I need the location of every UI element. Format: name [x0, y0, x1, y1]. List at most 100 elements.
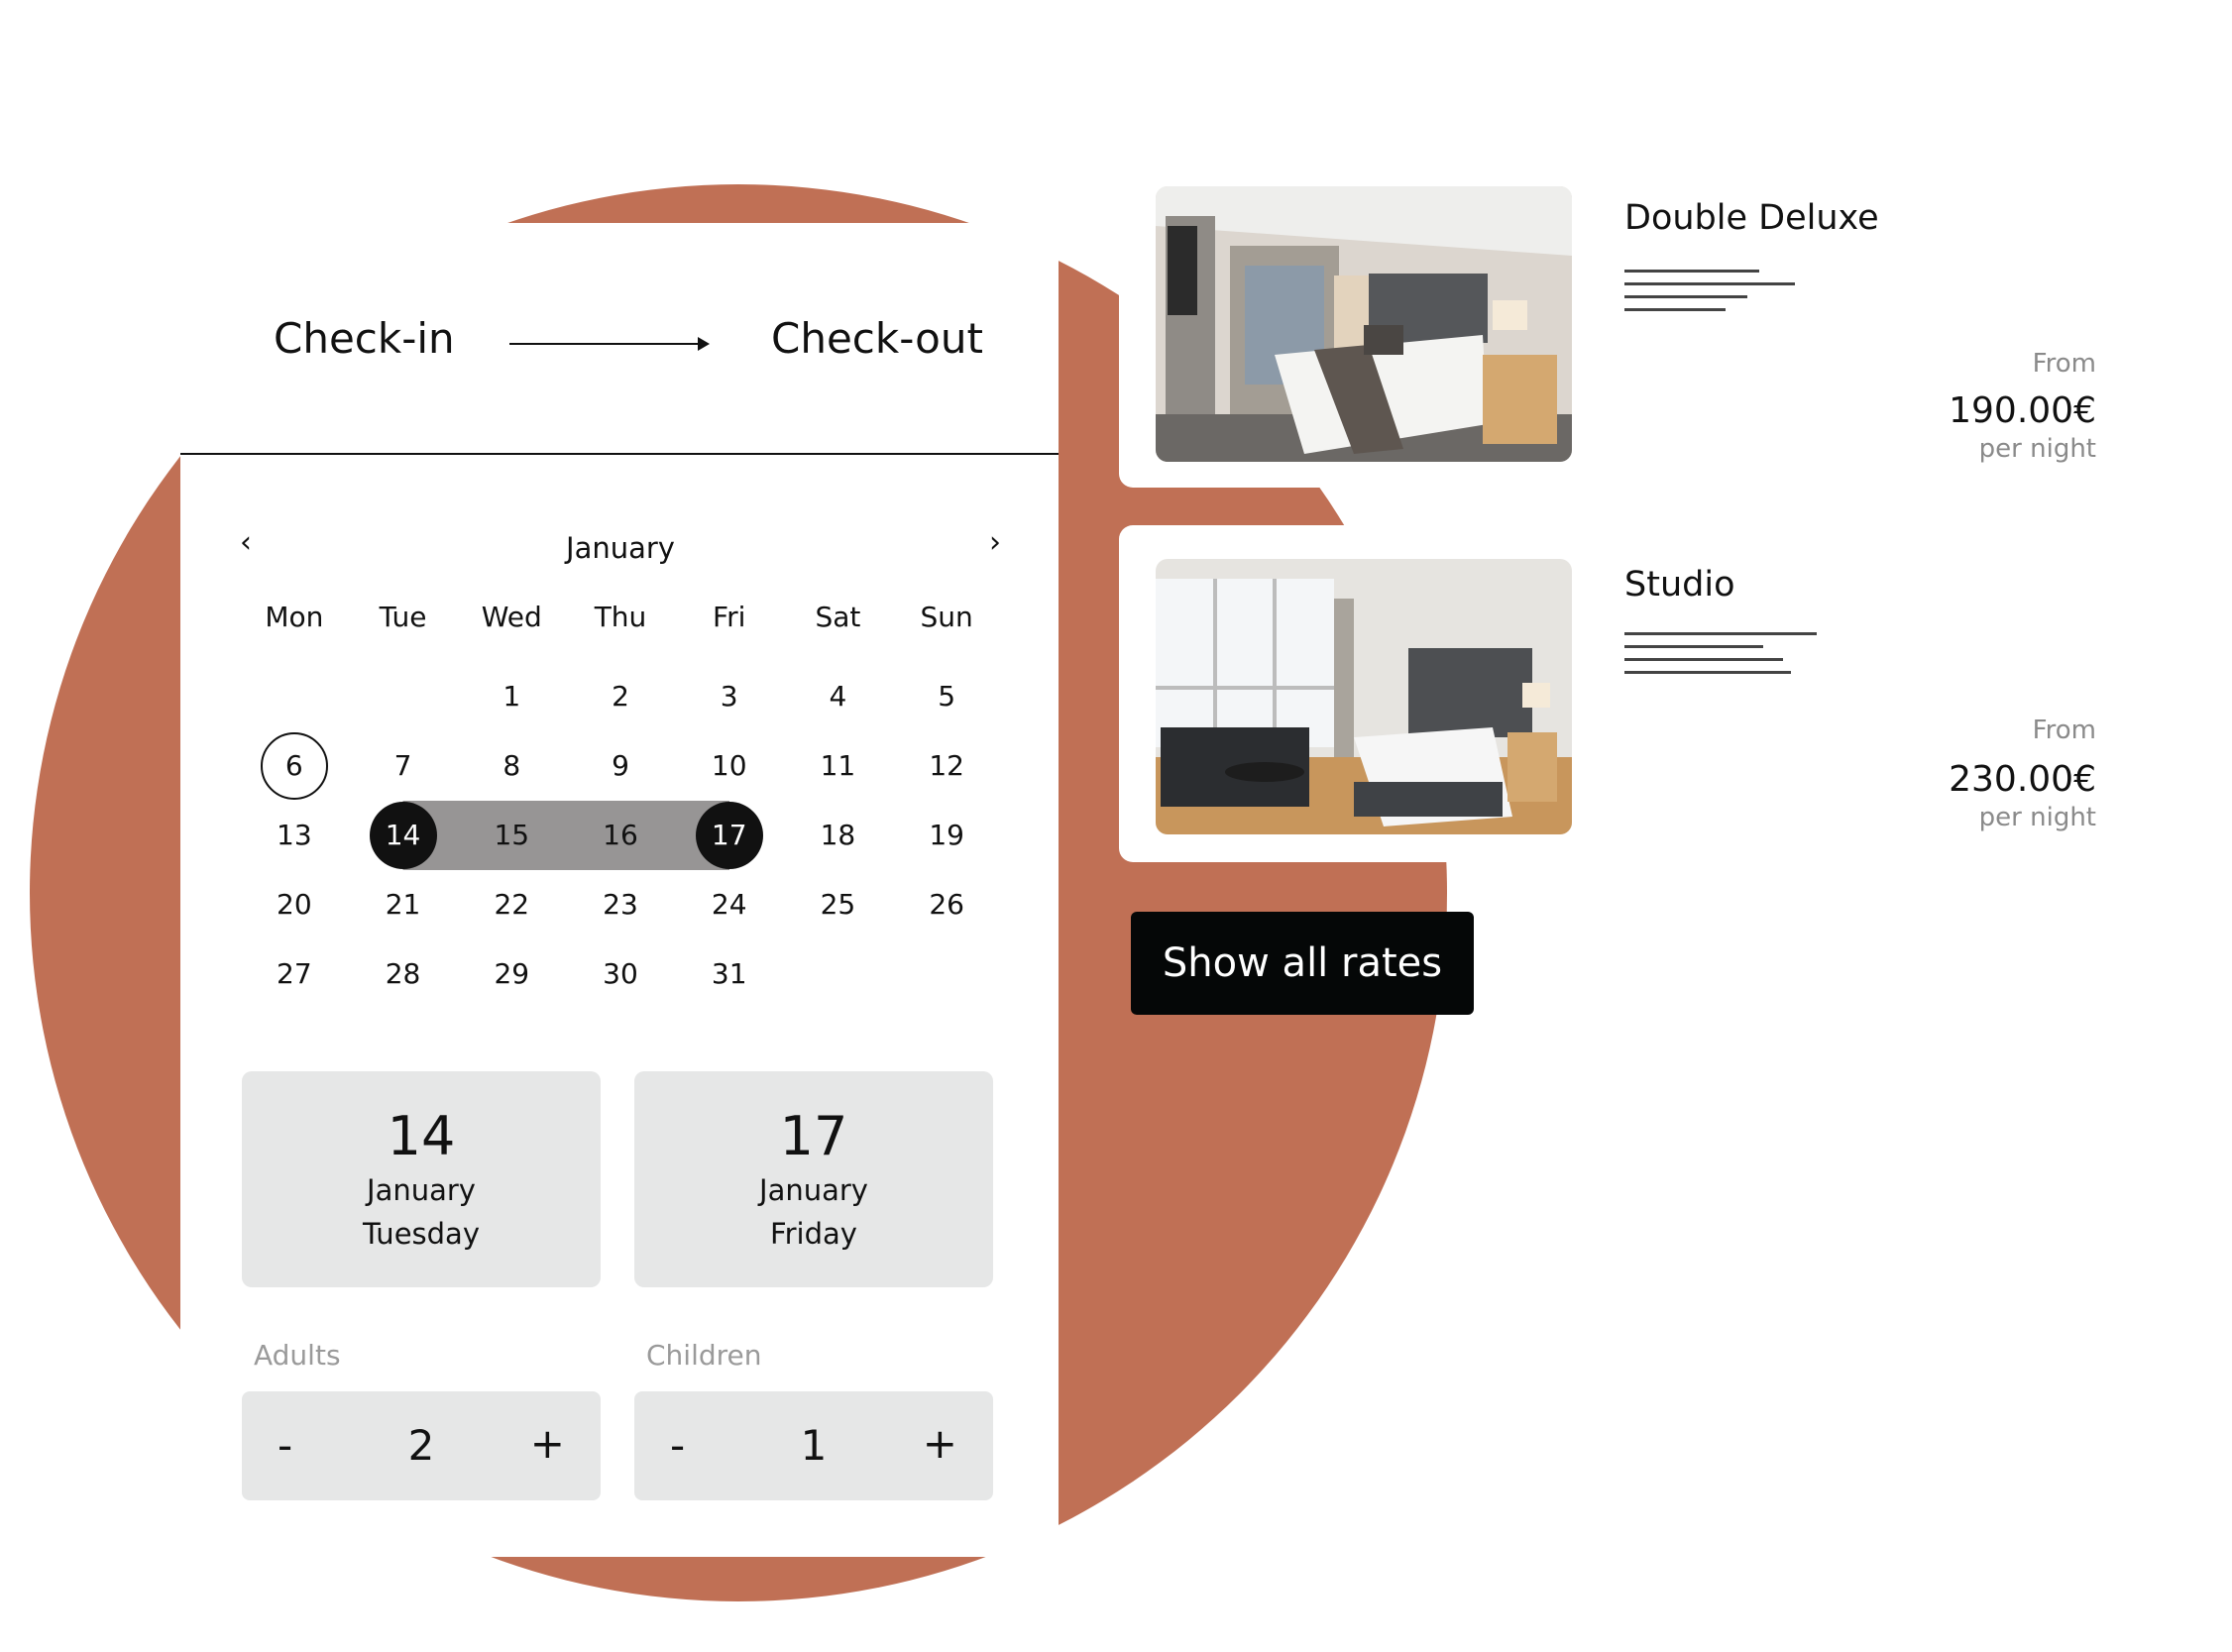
calendar-day-number: 24 [711, 888, 747, 921]
calendar-day[interactable]: 19 [892, 801, 1001, 870]
from-label: From [2032, 349, 2096, 379]
calendar-day-number: 14 [369, 802, 437, 869]
weekday-header: Tue [379, 601, 427, 633]
calendar-day-number: 1 [502, 680, 521, 713]
calendar-day-range-start[interactable]: 14 [348, 801, 458, 870]
calendar-day[interactable]: 13 [240, 801, 349, 870]
calendar-day-number: 7 [393, 749, 412, 782]
calendar-day-number: 6 [260, 732, 328, 800]
room-price: 190.00€ [1949, 390, 2096, 431]
adults-plus-button[interactable]: + [530, 1419, 565, 1468]
checkin-weekday: Tuesday [363, 1217, 480, 1251]
weekday-header: Fri [713, 601, 746, 633]
calendar-day[interactable]: 29 [457, 939, 566, 1009]
room-price: 230.00€ [1949, 759, 2096, 800]
calendar-day-number: 10 [711, 749, 747, 782]
calendar-day-number: 21 [385, 888, 421, 921]
calendar-day-number: 28 [385, 957, 421, 990]
adults-stepper: - 2 + [242, 1391, 601, 1500]
calendar-day-number: 31 [711, 957, 747, 990]
calendar-day-number: 2 [612, 680, 629, 713]
arrow-right-icon [509, 337, 710, 351]
calendar-day[interactable]: 24 [675, 870, 784, 939]
calendar-nav: ‹ January › [240, 525, 1001, 575]
calendar-day[interactable]: 25 [784, 870, 893, 939]
checkout-weekday: Friday [770, 1217, 857, 1251]
chevron-right-icon[interactable]: › [989, 525, 1001, 560]
calendar: ‹ January › Mon Tue Wed Thu Fri Sat Sun 1 2 3 4 5 6 7… [240, 525, 1001, 1009]
room-card[interactable]: Double Deluxe From 190.00€ per night [1119, 161, 2209, 488]
room-name: Double Deluxe [1624, 198, 1879, 238]
checkin-summary[interactable]: 14 January Tuesday [242, 1071, 601, 1287]
calendar-day-number: 18 [820, 819, 856, 851]
calendar-day[interactable]: 27 [240, 939, 349, 1009]
calendar-day[interactable]: 23 [566, 870, 675, 939]
calendar-day[interactable]: 3 [675, 662, 784, 731]
calendar-day[interactable]: 11 [784, 731, 893, 801]
weekday-header: Thu [594, 601, 647, 633]
children-label: Children [646, 1339, 762, 1372]
calendar-day-number: 9 [612, 749, 629, 782]
calendar-day-number: 29 [494, 957, 530, 990]
calendar-day[interactable]: 26 [892, 870, 1001, 939]
calendar-day-number: 13 [277, 819, 312, 851]
room-card[interactable]: Studio From 230.00€ per night [1119, 525, 2209, 862]
calendar-day-number: 3 [720, 680, 738, 713]
calendar-day[interactable]: 8 [457, 731, 566, 801]
checkin-label: Check-in [274, 314, 455, 363]
calendar-day-number: 19 [929, 819, 964, 851]
booking-panel: Check-in Check-out ‹ January › Mon Tue Wed… [180, 223, 1059, 1557]
calendar-day-number: 16 [603, 819, 638, 851]
calendar-day[interactable]: 1 [457, 662, 566, 731]
checkin-month: January [367, 1173, 476, 1207]
calendar-blank [240, 662, 349, 731]
calendar-day[interactable]: 2 [566, 662, 675, 731]
checkout-day: 17 [779, 1105, 848, 1167]
calendar-day[interactable]: 22 [457, 870, 566, 939]
calendar-day[interactable]: 9 [566, 731, 675, 801]
calendar-day[interactable]: 5 [892, 662, 1001, 731]
checkout-summary[interactable]: 17 January Friday [634, 1071, 993, 1287]
calendar-day-number: 11 [820, 749, 856, 782]
weekday-header: Mon [265, 601, 324, 633]
calendar-day-number: 8 [502, 749, 521, 782]
room-photo [1156, 186, 1572, 462]
guest-labels: Adults Children [242, 1339, 993, 1372]
weekday-header: Sat [815, 601, 861, 633]
date-summary: 14 January Tuesday 17 January Friday [242, 1071, 993, 1287]
calendar-day-number: 15 [494, 819, 530, 851]
calendar-day[interactable]: 15 [457, 801, 567, 870]
checkin-checkout-header: Check-in Check-out [180, 223, 1059, 455]
calendar-day-range-end[interactable]: 17 [674, 801, 784, 870]
calendar-day-number: 30 [603, 957, 638, 990]
room-name: Studio [1624, 565, 1735, 605]
calendar-day-number: 23 [603, 888, 638, 921]
calendar-day[interactable]: 18 [784, 801, 893, 870]
calendar-day[interactable]: 12 [892, 731, 1001, 801]
calendar-day[interactable]: 10 [675, 731, 784, 801]
calendar-day[interactable]: 31 [675, 939, 784, 1009]
calendar-day[interactable]: 21 [349, 870, 458, 939]
calendar-day[interactable]: 16 [566, 801, 675, 870]
checkin-day: 14 [387, 1105, 456, 1167]
calendar-day[interactable]: 7 [349, 731, 458, 801]
calendar-day-today[interactable]: 6 [240, 731, 349, 801]
calendar-day[interactable]: 4 [784, 662, 893, 731]
show-all-rates-button[interactable]: Show all rates [1131, 912, 1474, 1015]
from-label: From [2032, 716, 2096, 745]
calendar-grid: Mon Tue Wed Thu Fri Sat Sun 1 2 3 4 5 6 7 8 9 10 11 12 13 14… [240, 593, 1001, 1009]
children-stepper: - 1 + [634, 1391, 993, 1500]
adults-label: Adults [254, 1339, 341, 1372]
calendar-day[interactable]: 20 [240, 870, 349, 939]
calendar-day[interactable]: 28 [349, 939, 458, 1009]
calendar-day[interactable]: 30 [566, 939, 675, 1009]
children-plus-button[interactable]: + [923, 1419, 957, 1468]
calendar-day-number: 17 [695, 802, 763, 869]
calendar-day-number: 27 [277, 957, 312, 990]
room-photo [1156, 559, 1572, 834]
weekday-header: Sun [920, 601, 973, 633]
calendar-day-number: 12 [929, 749, 964, 782]
calendar-day-number: 20 [277, 888, 312, 921]
calendar-blank [349, 662, 458, 731]
per-night-label: per night [1978, 803, 2096, 832]
